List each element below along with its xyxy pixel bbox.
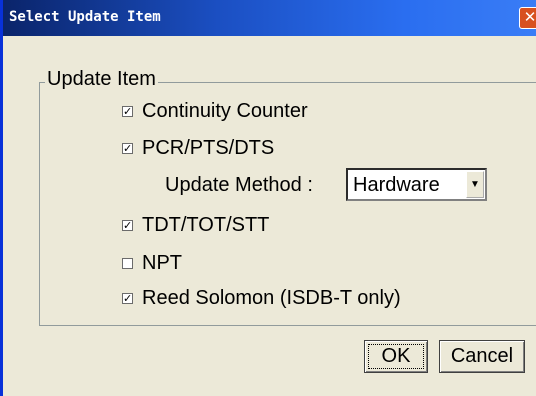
update-method-value: Hardware xyxy=(353,174,440,196)
checkbox-label: PCR/PTS/DTS xyxy=(142,137,275,159)
checkbox-label: Reed Solomon (ISDB-T only) xyxy=(142,287,401,309)
window-title: Select Update Item xyxy=(9,9,161,25)
update-method-select[interactable]: Hardware ▼ xyxy=(346,168,487,201)
checkbox-continuity-counter-box[interactable]: ✓ xyxy=(122,106,133,118)
checkbox-reed-solomon-box[interactable]: ✓ xyxy=(122,293,133,305)
group-legend: Update Item xyxy=(45,68,158,91)
ok-button[interactable]: OK xyxy=(364,340,428,373)
checkbox-reed-solomon[interactable]: ✓ Reed Solomon (ISDB-T only) xyxy=(122,287,401,310)
close-button[interactable]: ✕ xyxy=(519,7,536,29)
checkbox-npt-box[interactable] xyxy=(122,258,133,269)
dialog-window: Select Update Item ✕ Update Item ✓ Conti… xyxy=(0,0,536,396)
close-icon: ✕ xyxy=(523,9,536,26)
checkbox-pcr-pts-dts[interactable]: ✓ PCR/PTS/DTS xyxy=(122,137,274,160)
checkbox-label: NPT xyxy=(142,252,182,274)
checkbox-pcr-pts-dts-box[interactable]: ✓ xyxy=(122,143,133,155)
chevron-down-icon[interactable]: ▼ xyxy=(466,171,484,198)
title-bar[interactable]: Select Update Item ✕ xyxy=(3,0,536,36)
update-method-label: Update Method : xyxy=(165,174,313,196)
checkbox-tdt-tot-stt[interactable]: ✓ TDT/TOT/STT xyxy=(122,214,269,237)
checkbox-npt[interactable]: NPT xyxy=(122,252,182,275)
checkbox-continuity-counter[interactable]: ✓ Continuity Counter xyxy=(122,100,308,123)
checkbox-label: TDT/TOT/STT xyxy=(142,214,270,236)
checkbox-tdt-tot-stt-box[interactable]: ✓ xyxy=(122,220,133,232)
cancel-button[interactable]: Cancel xyxy=(439,340,525,373)
checkbox-label: Continuity Counter xyxy=(142,100,308,122)
